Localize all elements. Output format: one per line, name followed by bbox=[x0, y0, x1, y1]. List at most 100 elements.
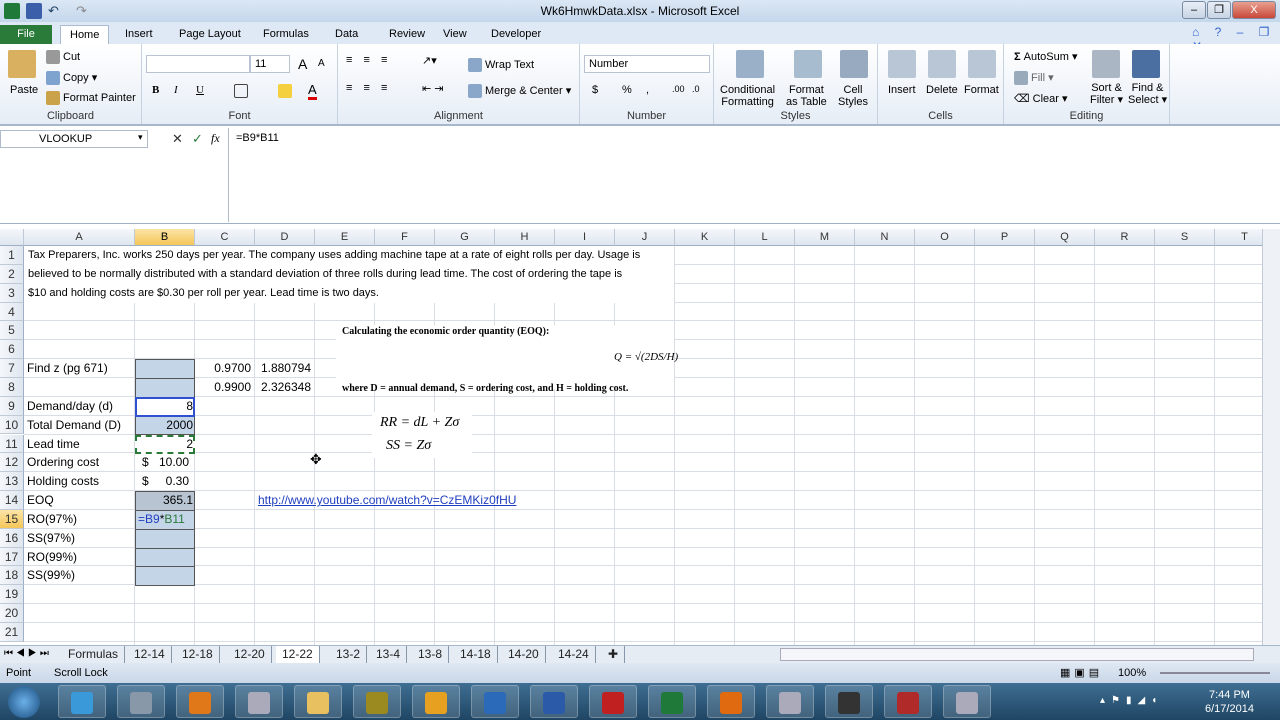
paste-button[interactable]: Paste bbox=[10, 84, 38, 96]
font-size-combo[interactable]: 11 bbox=[250, 55, 290, 73]
column-header-C[interactable]: C bbox=[195, 229, 255, 246]
name-box-dropdown-icon[interactable]: ▾ bbox=[138, 132, 143, 143]
row-header-19[interactable]: 19 bbox=[0, 585, 24, 605]
label-A17[interactable]: RO(99%) bbox=[25, 548, 79, 566]
insert-function-button[interactable]: fx bbox=[211, 131, 220, 146]
orientation-button[interactable]: ↗▾ bbox=[422, 54, 437, 67]
column-header-I[interactable]: I bbox=[555, 229, 615, 246]
start-button[interactable] bbox=[8, 686, 40, 718]
youtube-link[interactable]: http://www.youtube.com/watch?v=CzEMKiz0f… bbox=[256, 491, 518, 509]
label-A11[interactable]: Lead time bbox=[25, 435, 82, 453]
font-name-combo[interactable] bbox=[146, 55, 250, 73]
label-A16[interactable]: SS(97%) bbox=[25, 529, 77, 547]
taskbar-som[interactable] bbox=[825, 685, 873, 718]
row-header-11[interactable]: 11 bbox=[0, 434, 24, 454]
sheet-tab-12-20[interactable]: 12-20 bbox=[228, 646, 272, 663]
label-A15[interactable]: RO(97%) bbox=[25, 510, 79, 528]
tab-review[interactable]: Review bbox=[380, 25, 434, 44]
cell-B18[interactable] bbox=[135, 566, 195, 587]
label-A10[interactable]: Total Demand (D) bbox=[25, 416, 123, 434]
formula-in-cell[interactable]: =B9*B11 bbox=[136, 510, 187, 528]
view-buttons[interactable]: ▦▣▤ bbox=[1060, 666, 1103, 679]
merge-center-button[interactable]: Merge & Center ▾ bbox=[468, 84, 571, 99]
sheet-tab-14-20[interactable]: 14-20 bbox=[502, 646, 546, 663]
shrink-font-button[interactable]: A bbox=[318, 58, 325, 69]
row-header-1[interactable]: 1 bbox=[0, 246, 24, 265]
column-header-D[interactable]: D bbox=[255, 229, 315, 246]
row-header-3[interactable]: 3 bbox=[0, 283, 24, 303]
row-header-15[interactable]: 15 bbox=[0, 509, 24, 529]
underline-button[interactable]: U bbox=[196, 84, 204, 96]
enter-formula-button[interactable]: ✓ bbox=[192, 131, 203, 147]
label-A14[interactable]: EOQ bbox=[25, 491, 56, 509]
taskbar-tools[interactable] bbox=[117, 685, 165, 718]
column-header-M[interactable]: M bbox=[795, 229, 855, 246]
taskbar-acrobat[interactable] bbox=[589, 685, 637, 718]
sheet-tab-12-14[interactable]: 12-14 bbox=[128, 646, 172, 663]
cancel-formula-button[interactable]: ✕ bbox=[172, 131, 183, 147]
format-button[interactable]: Format bbox=[964, 84, 999, 96]
borders-button[interactable] bbox=[234, 84, 251, 98]
row-header-8[interactable]: 8 bbox=[0, 377, 24, 397]
delete-button[interactable]: Delete bbox=[926, 84, 958, 96]
clear-button[interactable]: ⌫ Clear ▾ bbox=[1014, 92, 1068, 105]
row-header-21[interactable]: 21 bbox=[0, 623, 24, 642]
sheet-tab-14-24[interactable]: 14-24 bbox=[552, 646, 596, 663]
autosum-button[interactable]: Σ AutoSum ▾ bbox=[1014, 50, 1078, 63]
name-box[interactable]: VLOOKUP bbox=[0, 130, 148, 148]
sheet-tab-13-8[interactable]: 13-8 bbox=[412, 646, 450, 663]
tab-file[interactable]: File bbox=[0, 25, 52, 44]
format-as-table-button[interactable]: Format as Table bbox=[786, 84, 827, 108]
row-header-5[interactable]: 5 bbox=[0, 321, 24, 341]
row-header-7[interactable]: 7 bbox=[0, 359, 24, 378]
tab-home[interactable]: Home bbox=[60, 25, 110, 44]
select-all-button[interactable] bbox=[0, 229, 24, 246]
row-header-20[interactable]: 20 bbox=[0, 604, 24, 623]
grow-font-button[interactable]: A bbox=[298, 56, 307, 72]
column-header-O[interactable]: O bbox=[915, 229, 975, 246]
horizontal-align-buttons[interactable]: ≡ ≡ ≡ bbox=[346, 82, 391, 94]
bold-button[interactable]: B bbox=[152, 84, 159, 96]
formula-text[interactable]: =B9*B11 bbox=[236, 132, 279, 144]
row-header-13[interactable]: 13 bbox=[0, 472, 24, 492]
taskbar-security[interactable] bbox=[353, 685, 401, 718]
formula-input[interactable] bbox=[228, 128, 1262, 222]
tab-data[interactable]: Data bbox=[326, 25, 367, 44]
tab-developer[interactable]: Developer bbox=[482, 25, 550, 44]
increase-decimal-button[interactable]: .00 bbox=[672, 84, 685, 94]
cell-B7[interactable] bbox=[135, 359, 195, 379]
taskbar-word[interactable] bbox=[530, 685, 578, 718]
column-header-G[interactable]: G bbox=[435, 229, 495, 246]
taskbar-lync[interactable] bbox=[471, 685, 519, 718]
close-button[interactable]: X bbox=[1232, 1, 1276, 19]
zoom-slider[interactable] bbox=[1160, 672, 1270, 674]
sheet-nav-buttons[interactable]: ⏮◀▶⏭ bbox=[4, 648, 52, 659]
label-A18[interactable]: SS(99%) bbox=[25, 566, 77, 584]
cell-B17[interactable] bbox=[135, 547, 195, 568]
column-header-B[interactable]: B bbox=[135, 229, 195, 246]
column-header-N[interactable]: N bbox=[855, 229, 915, 246]
column-header-S[interactable]: S bbox=[1155, 229, 1215, 246]
insert-sheet-button[interactable]: ✚ bbox=[602, 646, 626, 663]
tab-insert[interactable]: Insert bbox=[116, 25, 162, 44]
column-header-L[interactable]: L bbox=[735, 229, 795, 246]
row-header-16[interactable]: 16 bbox=[0, 528, 24, 548]
taskbar-excel[interactable] bbox=[648, 685, 696, 718]
column-header-E[interactable]: E bbox=[315, 229, 375, 246]
minimize-button[interactable]: – bbox=[1182, 1, 1206, 19]
sheet-tab-12-18[interactable]: 12-18 bbox=[176, 646, 220, 663]
italic-button[interactable]: I bbox=[174, 84, 178, 96]
tab-view[interactable]: View bbox=[434, 25, 476, 44]
conditional-formatting-button[interactable]: Conditional Formatting bbox=[720, 84, 775, 108]
cell-styles-button[interactable]: Cell Styles bbox=[838, 84, 868, 108]
percent-button[interactable]: % bbox=[622, 84, 632, 96]
row-header-14[interactable]: 14 bbox=[0, 491, 24, 510]
taskbar-notes2[interactable] bbox=[943, 685, 991, 718]
currency-button[interactable]: $ bbox=[592, 84, 598, 96]
sort-filter-button[interactable]: Sort & Filter ▾ bbox=[1090, 82, 1123, 106]
row-header-12[interactable]: 12 bbox=[0, 453, 24, 473]
cell-B8[interactable] bbox=[135, 377, 195, 398]
fill-button[interactable]: Fill ▾ bbox=[1014, 71, 1054, 86]
sheet-tab-formulas[interactable]: Formulas bbox=[62, 646, 126, 663]
vertical-align-buttons[interactable]: ≡ ≡ ≡ bbox=[346, 54, 391, 66]
